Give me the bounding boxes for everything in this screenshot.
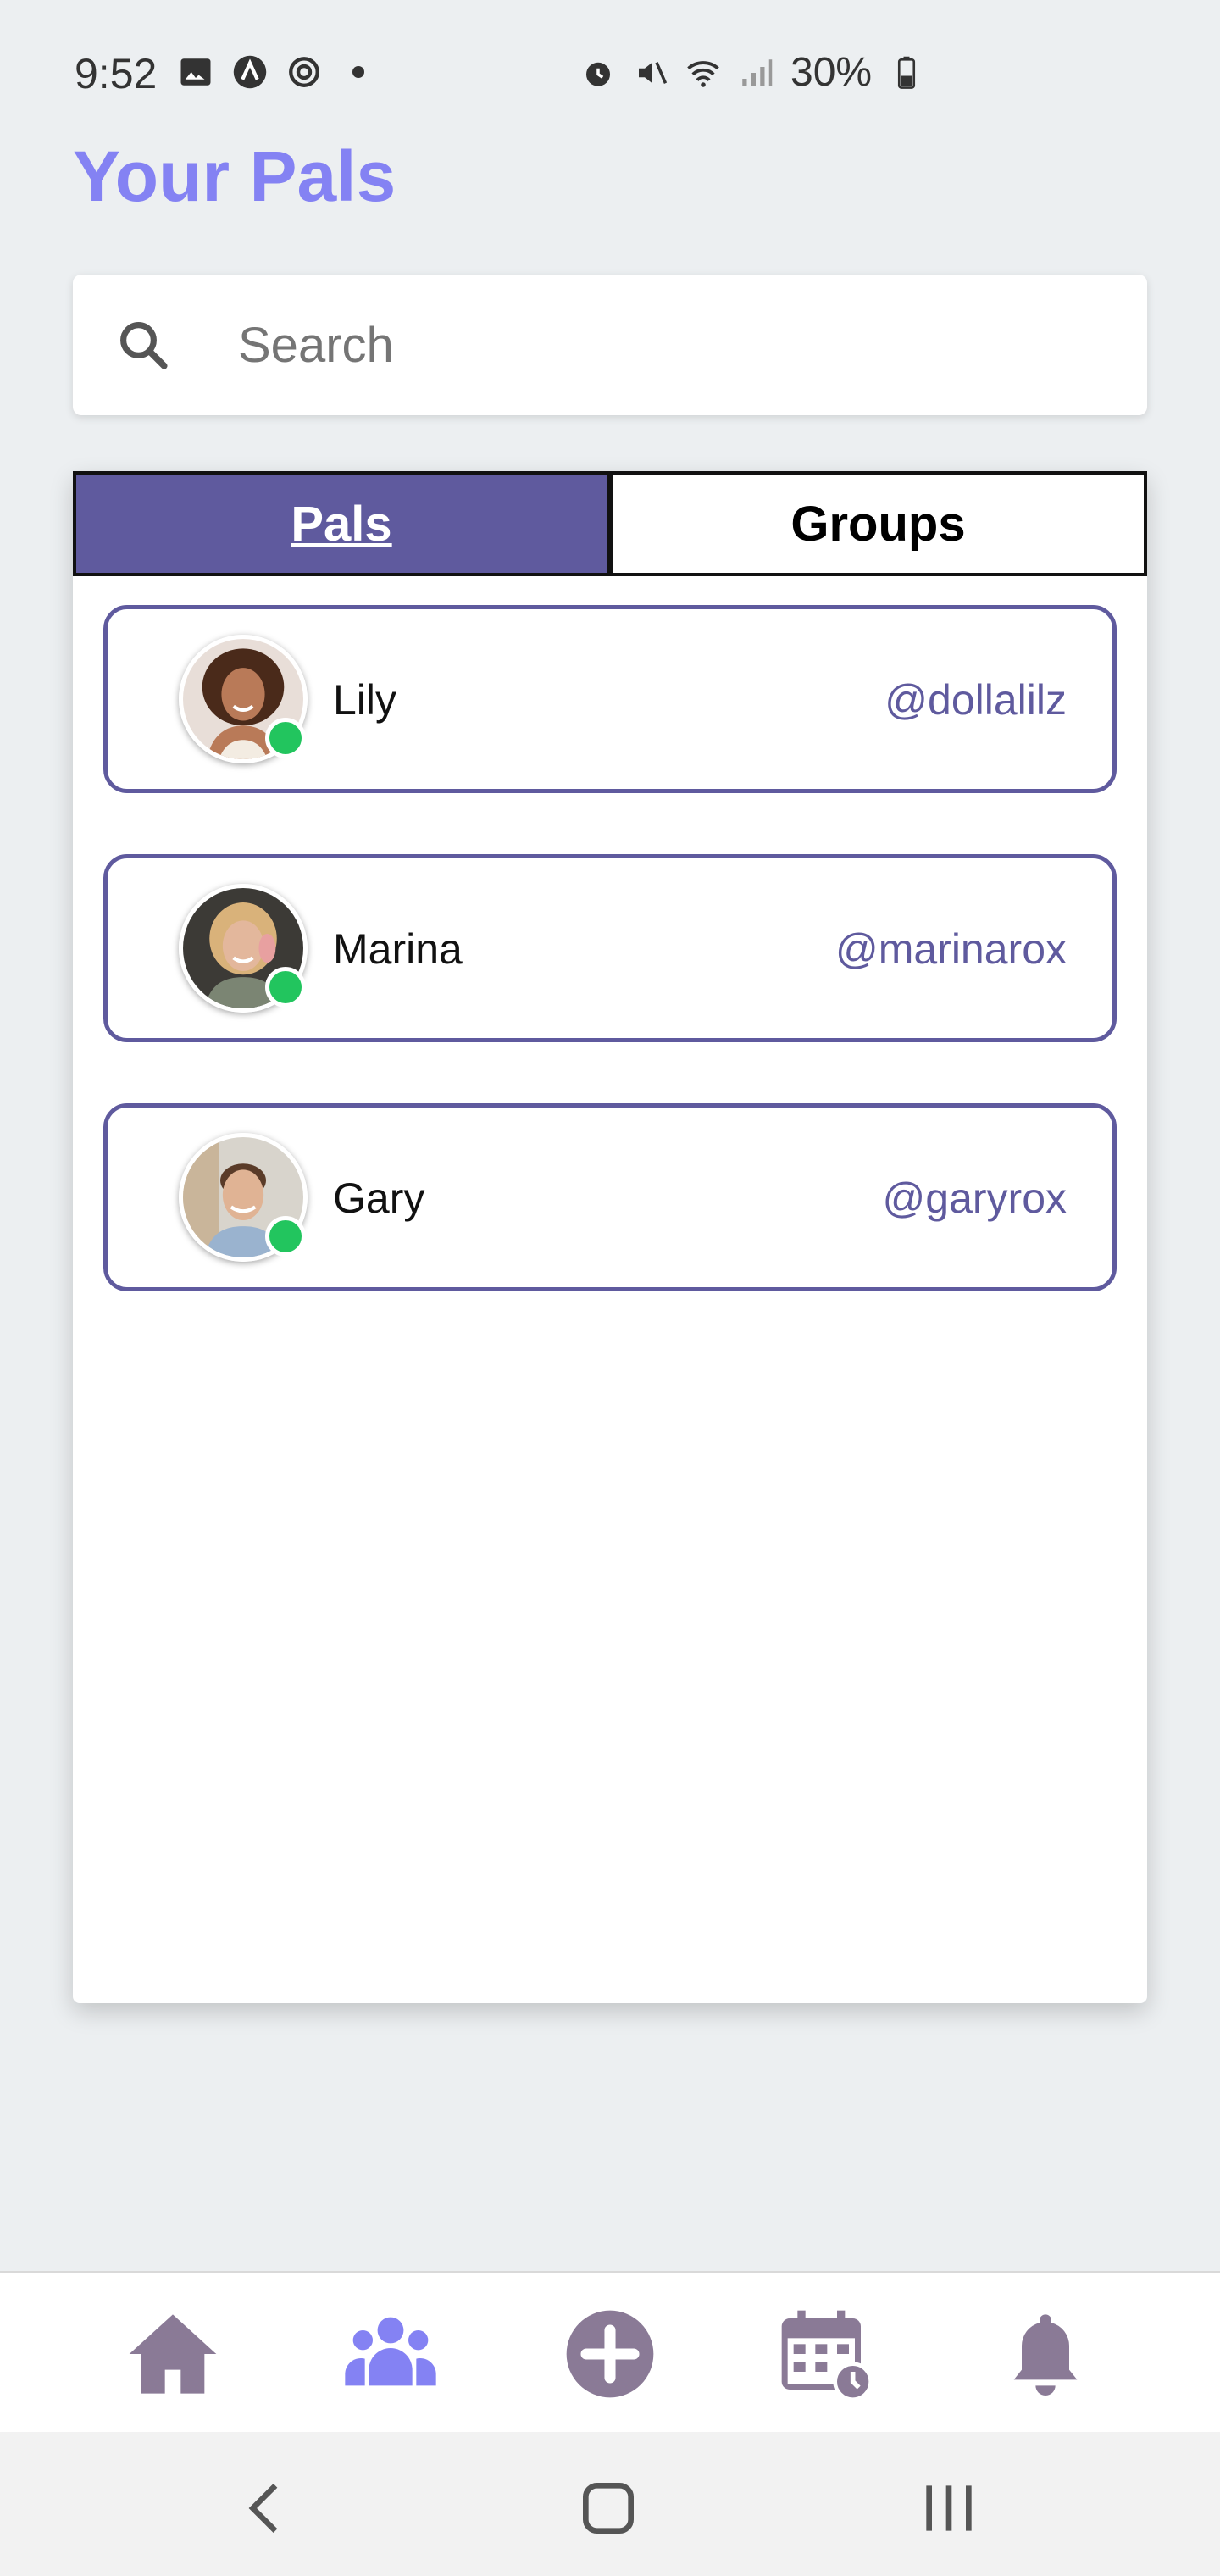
nav-home-button[interactable]: [125, 2307, 220, 2401]
app-a-icon: [233, 55, 267, 89]
battery-percentage: 30%: [790, 50, 873, 95]
status-system-icons: 30%: [580, 49, 924, 96]
pal-handle: @garyrox: [882, 1174, 1067, 1222]
recent-apps-icon[interactable]: [915, 2474, 983, 2542]
pal-name: Lily: [333, 676, 397, 724]
alarm-icon: [586, 62, 610, 86]
online-status-indicator: [265, 718, 306, 758]
pal-card-lily[interactable]: Lily @dollalilz: [103, 605, 1117, 793]
pal-card-gary[interactable]: Gary @garyrox: [103, 1103, 1117, 1291]
signal-icon: [742, 58, 773, 86]
battery-icon: [898, 56, 916, 89]
pals-panel: Pals Groups Lily @dollalilz Marina @mari…: [73, 471, 1147, 2003]
pals-icon: [345, 2317, 436, 2386]
wifi-icon: [687, 60, 719, 87]
avatar-wrap: [179, 1133, 308, 1262]
bottom-nav: [0, 2271, 1220, 2432]
calendar-icon: [781, 2310, 873, 2401]
pal-card-marina[interactable]: Marina @marinarox: [103, 854, 1117, 1042]
home-icon: [129, 2314, 217, 2394]
tab-groups[interactable]: Groups: [610, 471, 1147, 576]
pal-handle: @dollalilz: [884, 676, 1067, 724]
nav-pals-button[interactable]: [343, 2307, 438, 2401]
pal-handle: @marinarox: [835, 925, 1067, 973]
status-bar: 9:52 30%: [0, 0, 1220, 153]
online-status-indicator: [265, 1216, 306, 1257]
avatar-wrap: [179, 884, 308, 1013]
search-bar[interactable]: [73, 275, 1147, 415]
back-icon[interactable]: [233, 2474, 301, 2542]
avatar-wrap: [179, 635, 308, 763]
online-status-indicator: [265, 967, 306, 1008]
pal-name: Marina: [333, 925, 463, 973]
pal-list: Lily @dollalilz Marina @marinarox Gary @…: [103, 605, 1117, 1352]
dot-icon: [352, 66, 364, 78]
home-button-icon[interactable]: [574, 2474, 642, 2542]
sync-icon: [289, 57, 319, 87]
system-navigation-bar: [0, 2432, 1220, 2576]
nav-notifications-button[interactable]: [998, 2307, 1093, 2401]
status-notification-icons: [178, 54, 376, 90]
search-input[interactable]: [238, 308, 1119, 381]
search-icon: [120, 322, 168, 369]
tab-bar: Pals Groups: [73, 471, 1147, 576]
bell-icon: [1013, 2314, 1078, 2396]
pal-name: Gary: [333, 1174, 425, 1222]
add-icon: [566, 2310, 654, 2398]
tab-pals[interactable]: Pals: [73, 471, 610, 576]
mute-icon: [639, 61, 668, 84]
nav-calendar-button[interactable]: [778, 2307, 873, 2401]
status-time: 9:52: [75, 50, 158, 97]
page-title: Your Pals: [73, 136, 396, 216]
nav-add-button[interactable]: [563, 2307, 657, 2401]
gallery-icon: [180, 58, 211, 86]
